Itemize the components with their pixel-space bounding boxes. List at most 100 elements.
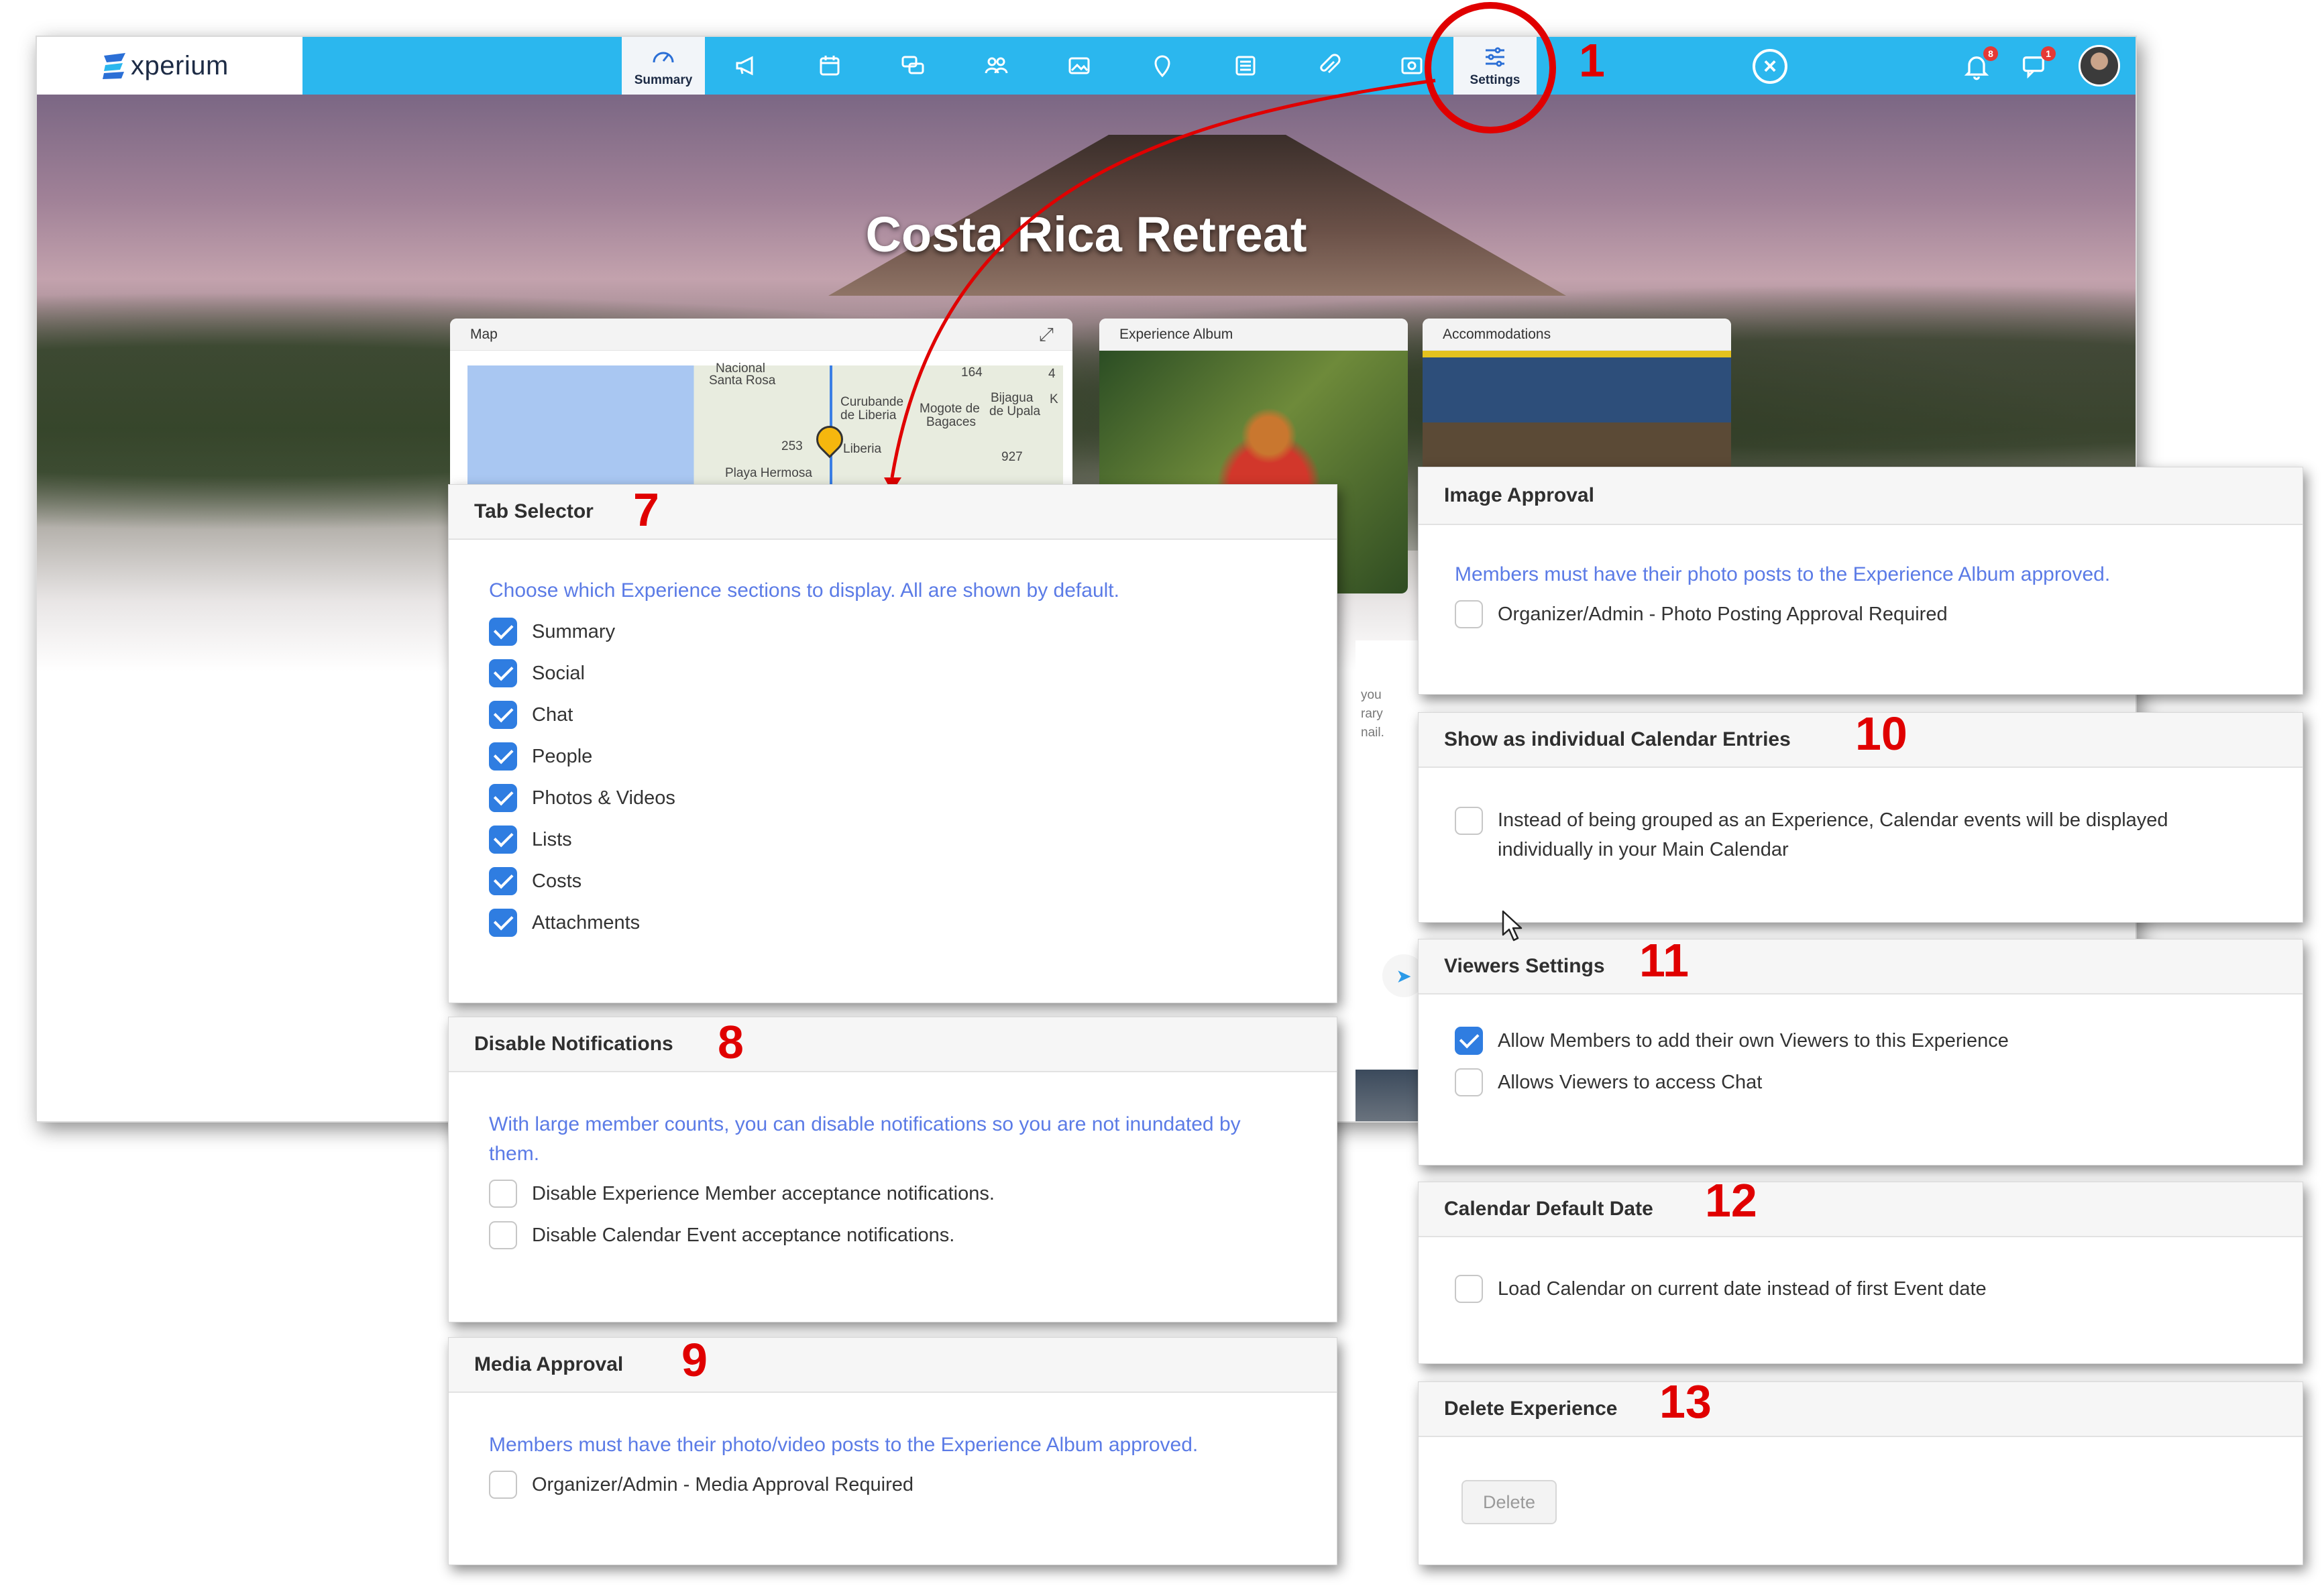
user-avatar[interactable] [2079, 45, 2120, 87]
option-label: Allow Members to add their own Viewers t… [1498, 1029, 2009, 1051]
tab-social[interactable] [705, 37, 788, 95]
tab-selector-panel: Tab Selector Choose which Experience sec… [448, 484, 1337, 1003]
map-label: Santa Rosa [709, 374, 776, 388]
map-label: 4 [1048, 367, 1056, 381]
checkbox[interactable] [489, 742, 517, 771]
calendar-icon [820, 56, 840, 76]
message-count-badge: 1 [2041, 46, 2056, 61]
tab-option-people[interactable]: People [489, 736, 1296, 777]
disable-calendar-notifications-option[interactable]: Disable Calendar Event acceptance notifi… [489, 1214, 1296, 1256]
annotation-number: 13 [1659, 1375, 1712, 1428]
checkbox[interactable] [489, 826, 517, 854]
option-label: Photos & Videos [532, 787, 675, 809]
checkbox[interactable] [489, 1180, 517, 1208]
tab-selector-list: Summary Social Chat People Photos & Vide… [489, 611, 1296, 944]
checkbox[interactable] [1455, 807, 1483, 835]
tab-lists[interactable] [1204, 37, 1287, 95]
experience-title: Costa Rica Retreat [865, 207, 1307, 262]
tab-selector-title: Tab Selector [474, 500, 594, 522]
image-approval-header: Image Approval [1419, 467, 2303, 525]
disable-member-notifications-option[interactable]: Disable Experience Member acceptance not… [489, 1173, 1296, 1214]
checkbox[interactable] [1455, 1068, 1483, 1096]
tab-option-social[interactable]: Social [489, 652, 1296, 694]
checkbox[interactable] [489, 1471, 517, 1499]
photo-approval-required-option[interactable]: Organizer/Admin - Photo Posting Approval… [1455, 593, 2266, 635]
option-label: Lists [532, 828, 572, 850]
annotation-number: 12 [1705, 1174, 1757, 1227]
delete-experience-button[interactable]: Delete [1461, 1480, 1557, 1524]
annotation-number: 9 [681, 1334, 708, 1386]
top-navbar: xperium Summary Settings × 8 1 [37, 37, 2136, 95]
summary-icon [653, 52, 674, 63]
calendar-default-date-panel: Calendar Default Date Load Calendar on c… [1418, 1182, 2303, 1364]
allow-member-viewers-option[interactable]: Allow Members to add their own Viewers t… [1455, 1020, 2266, 1062]
checkbox[interactable] [489, 867, 517, 895]
map-label: de Liberia [840, 408, 897, 422]
option-label: Organizer/Admin - Media Approval Require… [532, 1473, 914, 1495]
disable-notifications-title: Disable Notifications [474, 1033, 673, 1055]
tab-people[interactable] [954, 37, 1038, 95]
chat-preview-line: nail. [1361, 726, 1384, 740]
expand-icon[interactable]: ⤢ [1039, 324, 1054, 346]
costs-icon [1401, 57, 1423, 74]
checkbox[interactable] [489, 909, 517, 937]
annotation-number: 7 [633, 484, 659, 536]
annotation-ring [1425, 2, 1556, 133]
close-experience-button[interactable]: × [1753, 49, 1787, 84]
checkbox[interactable] [1455, 1275, 1483, 1303]
map-label: Mogote de [920, 402, 980, 416]
tab-nav: Summary Settings [622, 37, 1537, 95]
map-card-title: Map [450, 319, 1072, 351]
tab-attachments[interactable] [1287, 37, 1370, 95]
map-label: 927 [1001, 450, 1023, 464]
viewers-settings-title: Viewers Settings [1444, 955, 1605, 977]
map-label: Liberia [843, 442, 882, 456]
map-label: 253 [781, 439, 803, 453]
image-approval-list: Organizer/Admin - Photo Posting Approval… [1455, 593, 2266, 635]
tab-calendar[interactable] [788, 37, 871, 95]
list-icon [1235, 56, 1256, 76]
tab-summary-label: Summary [634, 73, 693, 87]
tab-option-lists[interactable]: Lists [489, 819, 1296, 860]
media-approval-list: Organizer/Admin - Media Approval Require… [489, 1464, 1296, 1505]
individual-calendar-entries-option[interactable]: Instead of being grouped as an Experienc… [1455, 805, 2266, 864]
media-approval-required-option[interactable]: Organizer/Admin - Media Approval Require… [489, 1464, 1296, 1505]
tab-option-summary[interactable]: Summary [489, 611, 1296, 652]
option-label: Disable Experience Member acceptance not… [532, 1182, 995, 1204]
calendar-default-date-header: Calendar Default Date [1419, 1182, 2303, 1237]
checkbox[interactable] [1455, 1027, 1483, 1055]
calendar-entries-title: Show as individual Calendar Entries [1444, 728, 1791, 750]
tab-map[interactable] [1121, 37, 1204, 95]
load-current-date-option[interactable]: Load Calendar on current date instead of… [1455, 1268, 2266, 1310]
tab-option-attachments[interactable]: Attachments [489, 902, 1296, 944]
messages-button[interactable]: 1 [2019, 46, 2056, 81]
send-icon: ➤ [1396, 965, 1412, 986]
checkbox[interactable] [489, 784, 517, 812]
viewers-settings-panel: Viewers Settings Allow Members to add th… [1418, 939, 2303, 1165]
tab-option-chat[interactable]: Chat [489, 694, 1296, 736]
tab-option-photos-videos[interactable]: Photos & Videos [489, 777, 1296, 819]
media-approval-title: Media Approval [474, 1353, 624, 1375]
chat-preview-text: you rary nail. [1361, 686, 1384, 742]
tab-photos[interactable] [1038, 37, 1121, 95]
screenshot-stage: xperium Summary Settings × 8 1 Costa Ric… [0, 0, 2324, 1592]
logo-text: xperium [131, 50, 229, 80]
option-label: People [532, 745, 593, 767]
checkbox[interactable] [1455, 600, 1483, 628]
notifications-button[interactable]: 8 [1962, 46, 1998, 81]
viewers-chat-access-option[interactable]: Allows Viewers to access Chat [1455, 1062, 2266, 1103]
tab-summary[interactable]: Summary [622, 37, 705, 95]
option-label: Attachments [532, 911, 641, 933]
tab-option-costs[interactable]: Costs [489, 860, 1296, 902]
annotation-number: 1 [1579, 34, 1605, 87]
people-icon [985, 57, 1008, 74]
checkbox[interactable] [489, 1221, 517, 1249]
media-approval-description: Members must have their photo/video post… [489, 1434, 1199, 1456]
checkbox[interactable] [489, 618, 517, 646]
logo[interactable]: xperium [37, 37, 302, 95]
tab-chat[interactable] [871, 37, 954, 95]
map-label: 164 [961, 365, 983, 380]
checkbox[interactable] [489, 659, 517, 687]
checkbox[interactable] [489, 701, 517, 729]
option-label: Instead of being grouped as an Experienc… [1498, 809, 2168, 860]
